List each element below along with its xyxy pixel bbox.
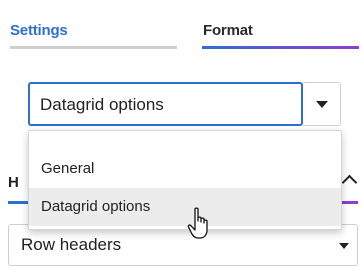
pointer-hand-cursor-icon — [187, 207, 208, 239]
dropdown-option-general[interactable]: General — [29, 150, 341, 188]
chevron-down-icon — [339, 243, 349, 249]
dropdown-option-datagrid-options[interactable]: Datagrid options — [29, 188, 341, 226]
chevron-up-icon[interactable] — [341, 174, 358, 191]
options-select-value: Datagrid options — [40, 95, 164, 114]
options-select[interactable]: Datagrid options — [28, 82, 303, 126]
tab-format[interactable]: Format — [203, 22, 253, 39]
row-headers-select-value: Row headers — [21, 235, 122, 254]
section-heading: H — [8, 174, 19, 191]
options-dropdown-menu: General Datagrid options — [28, 130, 342, 230]
tab-settings[interactable]: Settings — [10, 22, 68, 39]
tab-format-underline — [202, 46, 359, 49]
row-headers-select[interactable]: Row headers — [8, 224, 358, 266]
chevron-down-icon[interactable] — [303, 82, 341, 126]
section-underline-left — [8, 201, 28, 204]
tab-settings-underline — [10, 46, 177, 49]
